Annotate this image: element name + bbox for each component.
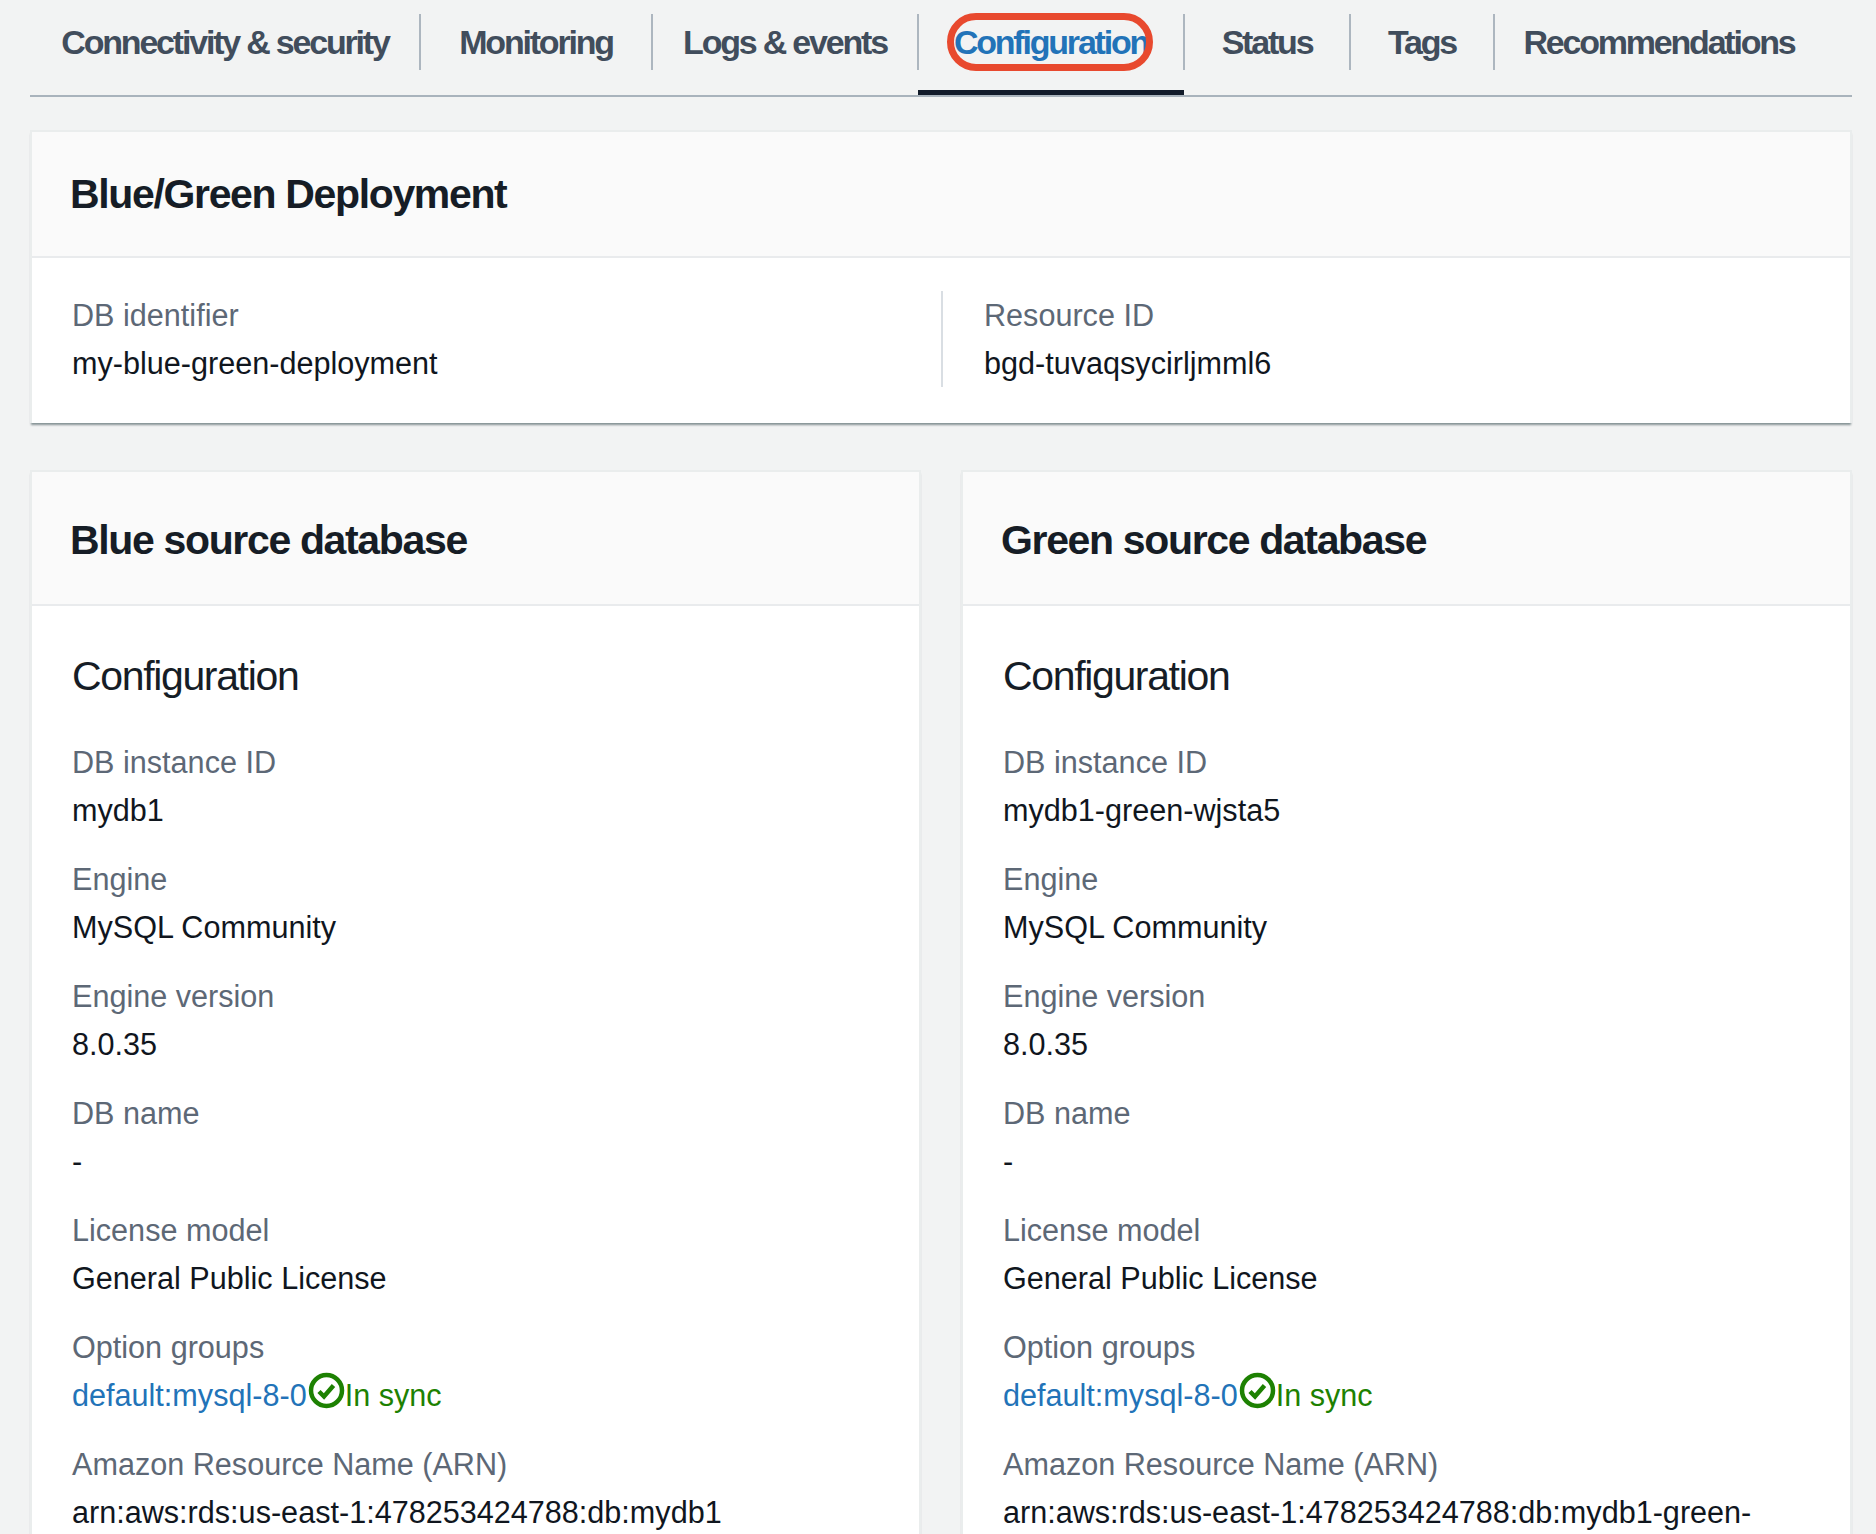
rds-blue-green-deployment-configuration: Connectivity & security Monitoring Logs …	[0, 0, 1876, 1534]
tabs: Connectivity & security Monitoring Logs …	[30, 0, 1852, 97]
blue-green-deployment: Blue/Green Deployment DB identifier my-b…	[30, 130, 1852, 423]
tab-status[interactable]: Status	[1184, 0, 1350, 84]
tab-recommendations[interactable]: Recommendations	[1494, 0, 1824, 84]
tab-monitoring[interactable]: Monitoring	[420, 0, 652, 84]
option-group-link-green[interactable]: default:mysql-8-0	[1003, 1371, 1238, 1419]
source-databases: Blue source database Configuration DB in…	[30, 470, 1852, 1534]
blue-source-database: Blue source database Configuration DB in…	[30, 470, 921, 1534]
tab-configuration[interactable]: Configuration	[918, 0, 1184, 84]
tab-connectivity[interactable]: Connectivity & security	[30, 0, 420, 84]
tab-logs[interactable]: Logs & events	[652, 0, 918, 84]
option-group-link-blue[interactable]: default:mysql-8-0	[72, 1371, 307, 1419]
green-source-database: Green source database Configuration DB i…	[961, 470, 1852, 1534]
tab-tags[interactable]: Tags	[1350, 0, 1494, 84]
